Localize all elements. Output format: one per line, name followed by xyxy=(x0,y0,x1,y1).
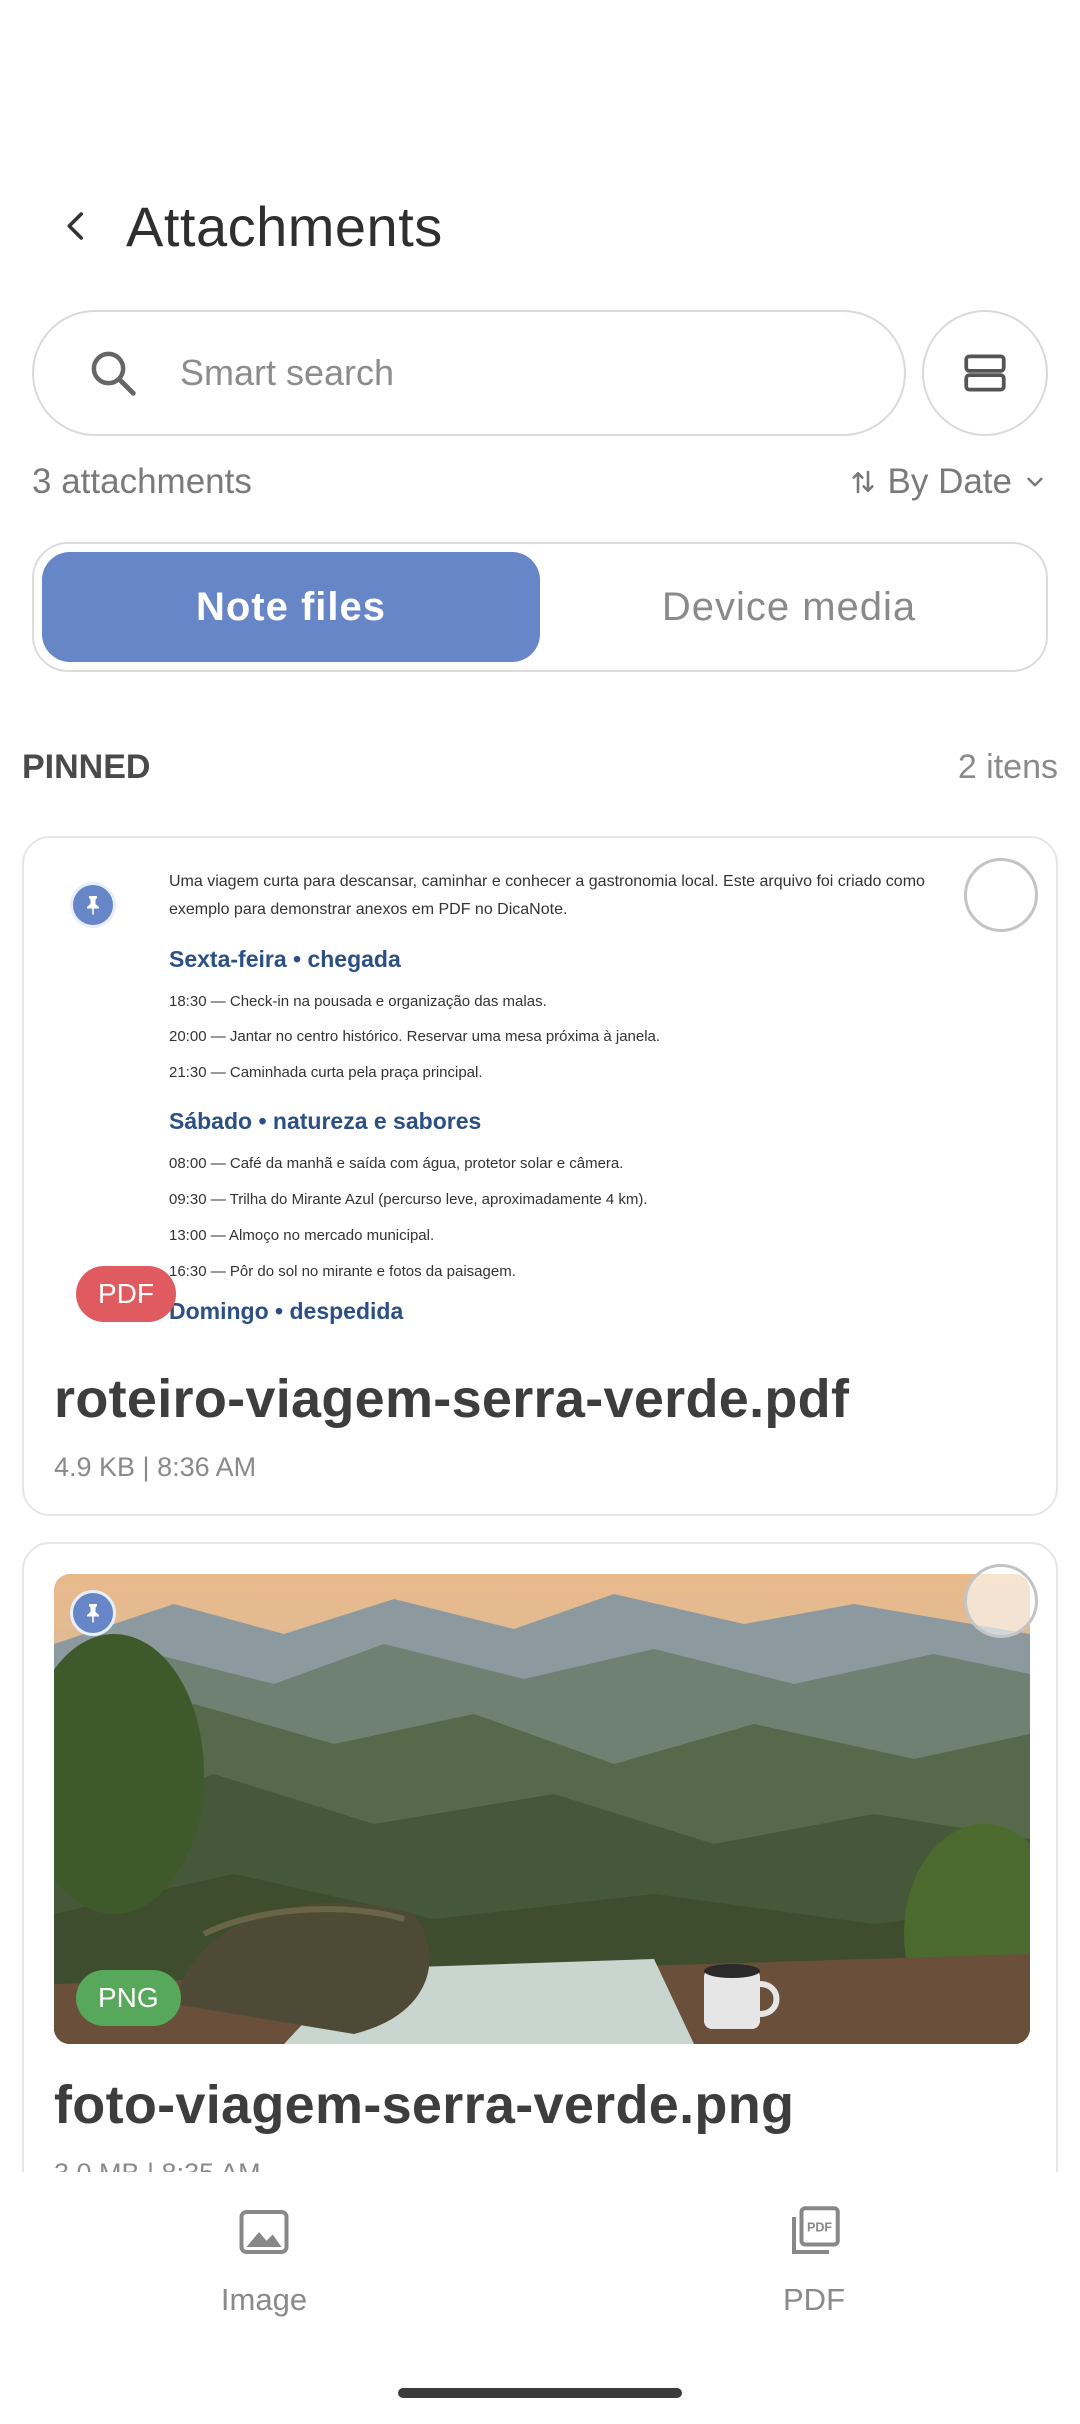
search-input[interactable] xyxy=(180,352,780,394)
pin-icon xyxy=(87,1604,99,1623)
pin-badge xyxy=(70,1590,116,1636)
file-meta: 3.0 MB | 8:35 AM xyxy=(54,2158,261,2172)
pdf-preview-line: 16:30 — Pôr do sol no mirante e fotos da… xyxy=(169,1263,516,1280)
pin-badge xyxy=(70,882,116,928)
file-type-badge: PDF xyxy=(76,1266,176,1322)
tab-device-media[interactable]: Device media xyxy=(540,552,1038,662)
file-name: foto-viagem-serra-verde.png xyxy=(54,2075,795,2135)
pdf-preview: Uma viagem curta para descansar, caminha… xyxy=(54,858,1030,1358)
attachment-count: 3 attachments xyxy=(32,462,252,501)
attachment-list[interactable]: Uma viagem curta para descansar, caminha… xyxy=(0,836,1080,2172)
file-name: roteiro-viagem-serra-verde.pdf xyxy=(54,1369,850,1429)
home-indicator[interactable] xyxy=(398,2388,682,2398)
section-header: PINNED 2 itens xyxy=(22,748,1058,787)
search-box[interactable] xyxy=(32,310,906,436)
pdf-preview-heading: Domingo • despedida xyxy=(169,1298,404,1324)
sort-icon xyxy=(851,470,874,494)
pdf-preview-heading: Sábado • natureza e sabores xyxy=(169,1108,482,1134)
file-meta: 4.9 KB | 8:36 AM xyxy=(54,1452,257,1482)
back-button[interactable] xyxy=(40,190,112,262)
pdf-preview-line: 21:30 — Caminhada curta pela praça princ… xyxy=(169,1064,483,1081)
nav-label: PDF xyxy=(783,2282,845,2317)
image-preview xyxy=(54,1574,1030,2044)
sort-button[interactable]: By Date xyxy=(848,462,1049,502)
pin-icon xyxy=(87,896,99,915)
image-filter-button[interactable]: Image xyxy=(164,2202,364,2318)
search-icon xyxy=(91,351,136,396)
section-count: 2 itens xyxy=(957,748,1058,786)
segmented-tabs: Note files Device media xyxy=(32,542,1048,672)
svg-text:PDF: PDF xyxy=(807,2221,832,2235)
image-icon xyxy=(239,2210,289,2254)
pdf-preview-heading: Sexta-feira • chegada xyxy=(169,946,401,972)
attachment-card[interactable]: Uma viagem curta para descansar, caminha… xyxy=(22,836,1058,1516)
sort-label: By Date xyxy=(887,462,1013,501)
section-label: PINNED xyxy=(22,748,151,786)
list-view-icon xyxy=(964,354,1006,392)
landscape-photo xyxy=(54,1574,1030,2044)
pdf-preview-line: 20:00 — Jantar no centro histórico. Rese… xyxy=(169,1028,661,1045)
pdf-icon: PDF xyxy=(792,2206,840,2254)
page-title: Attachments xyxy=(126,194,443,258)
pdf-preview-line: 13:00 — Almoço no mercado municipal. xyxy=(169,1227,435,1244)
chevron-left-icon xyxy=(67,212,84,240)
select-checkbox[interactable] xyxy=(964,1564,1038,1638)
bottom-action-bar: Image PDF PDF xyxy=(0,2172,1080,2424)
nav-label: Image xyxy=(220,2282,308,2317)
pdf-filter-button[interactable]: PDF PDF xyxy=(714,2202,914,2318)
attachment-card[interactable]: PNG foto-viagem-serra-verde.png 3.0 MB |… xyxy=(22,1542,1058,2172)
chevron-down-icon xyxy=(1027,477,1043,487)
meta-row: 3 attachments By Date xyxy=(32,462,1048,502)
top-app-bar: Attachments xyxy=(40,190,443,262)
select-checkbox[interactable] xyxy=(964,858,1038,932)
tab-note-files[interactable]: Note files xyxy=(42,552,540,662)
pdf-preview-line: 08:00 — Café da manhã e saída com água, … xyxy=(169,1155,624,1172)
file-type-badge: PNG xyxy=(76,1970,181,2026)
view-toggle-button[interactable] xyxy=(922,310,1048,436)
search-row xyxy=(32,310,1048,436)
pdf-preview-line: 18:30 — Check-in na pousada e organizaçã… xyxy=(169,993,547,1010)
pdf-preview-intro: Uma viagem curta para descansar, caminha… xyxy=(169,873,925,918)
pdf-preview-line: 09:30 — Trilha do Mirante Azul (percurso… xyxy=(169,1191,648,1208)
